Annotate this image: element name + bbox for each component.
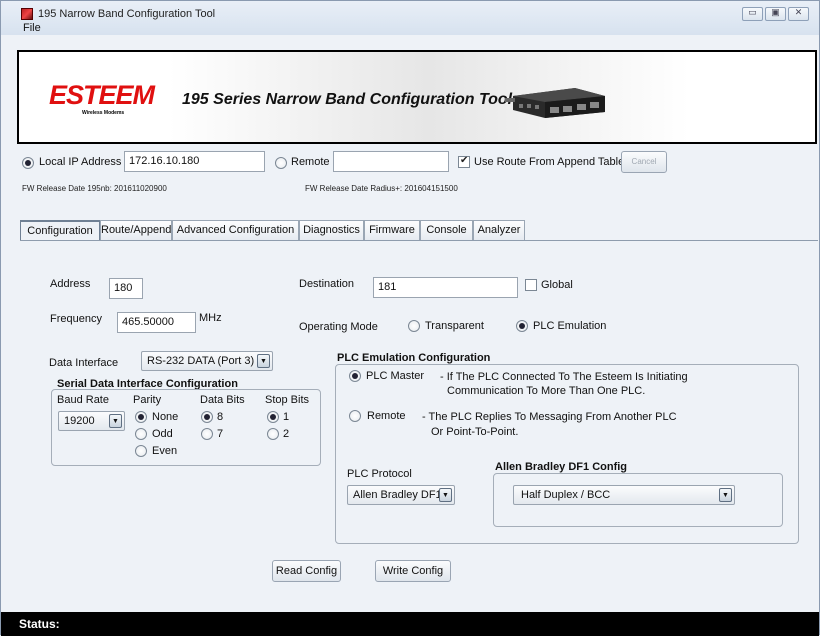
use-route-checkbox[interactable] [458, 155, 470, 168]
plc-protocol-value: Allen Bradley DF1 [353, 489, 442, 501]
plc-protocol-select[interactable]: Allen Bradley DF1 ▼ [347, 485, 455, 505]
read-config-button[interactable]: Read Config [272, 560, 341, 582]
baud-rate-value: 19200 [64, 415, 95, 427]
parity-odd-label: Odd [152, 428, 173, 440]
data-interface-label: Data Interface [49, 357, 119, 369]
tab-advanced-configuration[interactable]: Advanced Configuration [172, 220, 299, 240]
maximize-button[interactable]: ▣ [765, 7, 786, 21]
app-icon [21, 8, 33, 20]
plc-remote-label: Remote [367, 410, 406, 422]
frequency-input[interactable]: 465.50000 [117, 312, 196, 333]
data-interface-value: RS-232 DATA (Port 3) [147, 355, 255, 367]
maximize-icon: ▣ [771, 7, 780, 17]
df1-config-value: Half Duplex / BCC [521, 489, 611, 501]
address-input[interactable]: 180 [109, 278, 143, 299]
plc-config-title: PLC Emulation Configuration [337, 352, 491, 364]
baud-rate-label: Baud Rate [57, 394, 109, 406]
parity-label: Parity [133, 394, 162, 406]
window-controls: ▭ ▣ ✕ [742, 7, 809, 21]
mode-plc-emulation-radio[interactable] [516, 320, 528, 332]
status-label: Status: [19, 617, 60, 631]
tab-route-append[interactable]: Route/Append [100, 220, 172, 240]
tab-analyzer[interactable]: Analyzer [473, 220, 525, 240]
write-config-button[interactable]: Write Config [375, 560, 451, 582]
plc-remote-desc-line2: Or Point-To-Point. [431, 426, 519, 438]
baud-rate-select[interactable]: 19200 ▼ [58, 411, 125, 431]
close-icon: ✕ [794, 7, 803, 17]
remote-radio[interactable] [275, 157, 287, 169]
logo-tagline: Wireless Modems [82, 110, 125, 116]
minimize-button[interactable]: ▭ [742, 7, 763, 21]
use-route-label: Use Route From Append Table [474, 156, 625, 168]
app-window: 195 Narrow Band Configuration Tool File … [0, 0, 820, 636]
stop-bits-1-label: 1 [283, 411, 290, 423]
tab-console[interactable]: Console [420, 220, 473, 240]
stop-bits-1-radio[interactable] [267, 411, 279, 423]
data-interface-select[interactable]: RS-232 DATA (Port 3) ▼ [141, 351, 273, 371]
destination-input[interactable]: 181 [373, 277, 518, 298]
plc-master-desc-line2: Communication To More Than One PLC. [447, 385, 646, 397]
stop-bits-2-radio[interactable] [267, 428, 279, 440]
plc-master-radio[interactable] [349, 370, 361, 382]
tab-diagnostics[interactable]: Diagnostics [299, 220, 364, 240]
parity-none-radio[interactable] [135, 411, 147, 423]
local-ip-radio[interactable] [22, 157, 34, 169]
remote-label: Remote [291, 156, 330, 168]
chevron-down-icon: ▼ [257, 354, 270, 368]
window-title: 195 Narrow Band Configuration Tool [38, 8, 216, 20]
fw-release-radius: FW Release Date Radius+: 201604151500 [305, 184, 458, 193]
chevron-down-icon: ▼ [719, 488, 732, 502]
parity-none-label: None [152, 411, 179, 423]
remote-input[interactable] [333, 151, 449, 172]
frequency-label: Frequency [50, 313, 102, 325]
banner-title: 195 Series Narrow Band Configuration Too… [182, 91, 513, 108]
plc-master-desc-line1: - If The PLC Connected To The Esteem Is … [440, 371, 688, 383]
local-ip-label: Local IP Address [39, 156, 122, 168]
stop-bits-label: Stop Bits [265, 394, 310, 406]
local-ip-input[interactable]: 172.16.10.180 [124, 151, 265, 172]
parity-odd-radio[interactable] [135, 428, 147, 440]
plc-protocol-label: PLC Protocol [347, 468, 412, 480]
plc-master-label: PLC Master [366, 370, 425, 382]
close-button[interactable]: ✕ [788, 7, 809, 21]
data-bits-8-radio[interactable] [201, 411, 213, 423]
operating-mode-label: Operating Mode [299, 321, 378, 333]
title-bar: 195 Narrow Band Configuration Tool File … [1, 1, 819, 35]
data-bits-label: Data Bits [200, 394, 245, 406]
address-label: Address [50, 278, 91, 290]
frequency-unit: MHz [199, 312, 222, 324]
cancel-button[interactable]: Cancel [621, 151, 667, 173]
tab-firmware[interactable]: Firmware [364, 220, 420, 240]
mode-transparent-label: Transparent [425, 320, 484, 332]
data-bits-8-label: 8 [217, 411, 224, 423]
global-checkbox[interactable] [525, 279, 537, 291]
df1-config-title: Allen Bradley DF1 Config [495, 461, 628, 473]
chevron-down-icon: ▼ [109, 414, 122, 428]
plc-remote-radio[interactable] [349, 410, 361, 422]
fw-release-195nb: FW Release Date 195nb: 201611020900 [22, 184, 167, 193]
status-bar: Status: [1, 612, 819, 636]
mode-transparent-radio[interactable] [408, 320, 420, 332]
global-label: Global [541, 279, 573, 291]
destination-label: Destination [299, 278, 355, 290]
menu-file[interactable]: File [23, 22, 41, 34]
esteem-logo: ESTEEM [49, 80, 155, 110]
parity-even-label: Even [152, 445, 178, 457]
parity-even-radio[interactable] [135, 445, 147, 457]
radio-device-image [505, 88, 605, 118]
minimize-icon: ▭ [748, 7, 757, 17]
chevron-down-icon: ▼ [439, 488, 452, 502]
stop-bits-2-label: 2 [283, 428, 290, 440]
mode-plc-emulation-label: PLC Emulation [533, 320, 607, 332]
data-bits-7-label: 7 [217, 428, 224, 440]
df1-config-select[interactable]: Half Duplex / BCC ▼ [513, 485, 735, 505]
data-bits-7-radio[interactable] [201, 428, 213, 440]
tab-configuration[interactable]: Configuration [20, 220, 100, 241]
plc-remote-desc-line1: - The PLC Replies To Messaging From Anot… [422, 411, 677, 423]
banner: ESTEEM Wireless Modems 195 Series Narrow… [17, 50, 817, 144]
